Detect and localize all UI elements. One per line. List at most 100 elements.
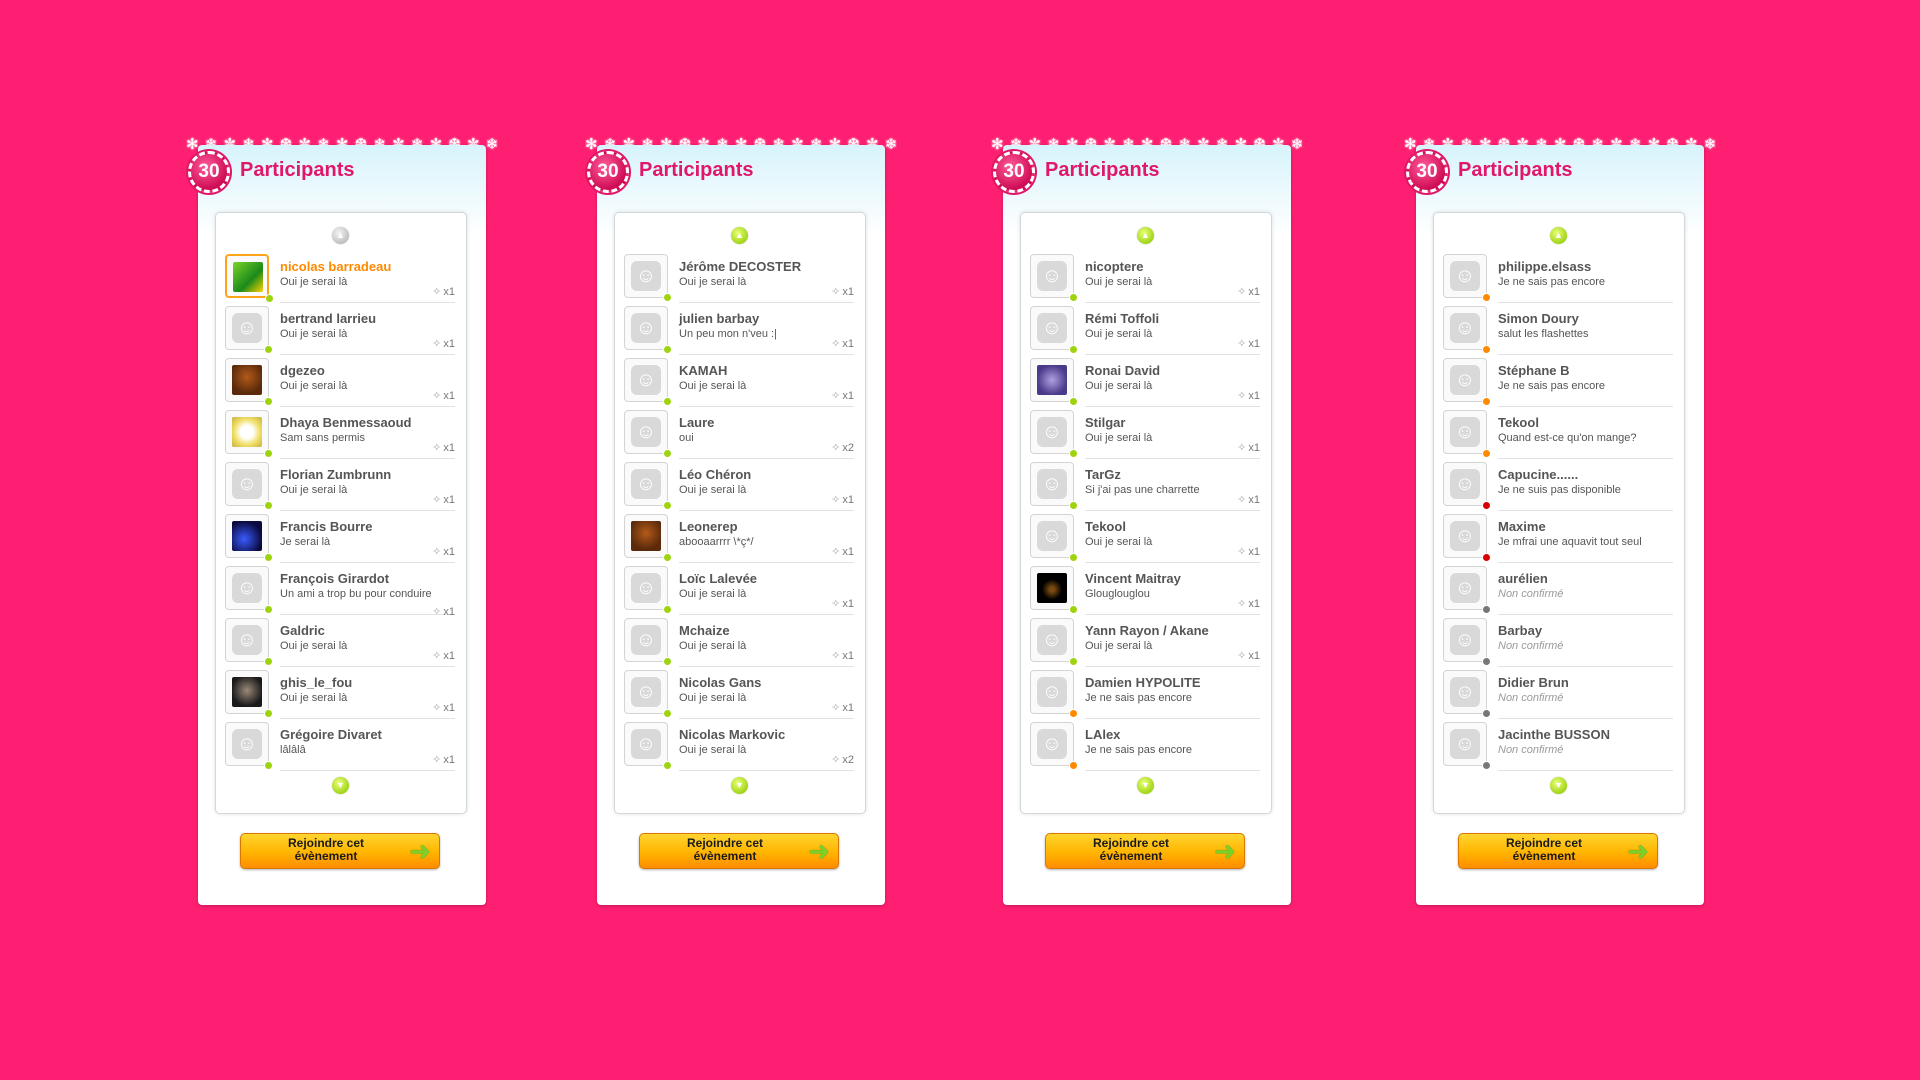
avatar[interactable]: ☺ — [1030, 670, 1078, 718]
scroll-up-arrow-icon[interactable]: ▲ — [332, 227, 349, 244]
participant-name[interactable]: Maxime — [1498, 519, 1673, 534]
participant-row[interactable]: Francis Bourre Je serai là ✧ x1 — [216, 511, 466, 563]
participant-row[interactable]: ☺ philippe.elsass Je ne sais pas encore … — [1434, 251, 1684, 303]
participant-row[interactable]: ☺ LAlex Je ne sais pas encore ✧ — [1021, 719, 1271, 771]
avatar[interactable]: ☺ — [1443, 722, 1491, 770]
scroll-down-arrow-icon[interactable]: ▼ — [1137, 777, 1154, 794]
join-event-button[interactable]: Rejoindre cet évènement ➜ — [1458, 833, 1658, 869]
participant-row[interactable]: ☺ Maxime Je mfrai une aquavit tout seul … — [1434, 511, 1684, 563]
avatar[interactable]: ☺ — [624, 358, 672, 406]
participant-row[interactable]: ☺ Laure oui ✧ x2 — [615, 407, 865, 459]
participant-name[interactable]: Galdric — [280, 623, 455, 638]
avatar[interactable]: ☺ — [225, 306, 273, 354]
participant-row[interactable]: ☺ Léo Chéron Oui je serai là ✧ x1 — [615, 459, 865, 511]
avatar[interactable]: ☺ — [624, 722, 672, 770]
avatar[interactable]: ☺ — [1443, 254, 1491, 302]
participant-name[interactable]: Nicolas Markovic — [679, 727, 854, 742]
participant-row[interactable]: ☺ Grégoire Divaret lâlâlâ ✧ x1 — [216, 719, 466, 771]
scroll-up-arrow-icon[interactable]: ▲ — [731, 227, 748, 244]
participant-row[interactable]: ☺ Stilgar Oui je serai là ✧ x1 — [1021, 407, 1271, 459]
participant-name[interactable]: bertrand larrieu — [280, 311, 455, 326]
avatar[interactable]: ☺ — [225, 462, 273, 510]
participant-row[interactable]: ☺ Galdric Oui je serai là ✧ x1 — [216, 615, 466, 667]
avatar[interactable]: ☺ — [1030, 618, 1078, 666]
participant-name[interactable]: Yann Rayon / Akane — [1085, 623, 1260, 638]
avatar[interactable] — [225, 410, 273, 458]
avatar[interactable]: ☺ — [624, 254, 672, 302]
participant-row[interactable]: Leonerep abooaarrrr \*ç*/ ✧ x1 — [615, 511, 865, 563]
participant-name[interactable]: Loïc Lalevée — [679, 571, 854, 586]
participant-row[interactable]: ☺ Barbay Non confirmé ✧ — [1434, 615, 1684, 667]
participant-name[interactable]: Tekool — [1498, 415, 1673, 430]
avatar[interactable] — [624, 514, 672, 562]
participant-row[interactable]: ☺ julien barbay Un peu mon n'veu :| ✧ x1 — [615, 303, 865, 355]
scroll-down-arrow-icon[interactable]: ▼ — [731, 777, 748, 794]
participant-name[interactable]: nicolas barradeau — [280, 259, 455, 274]
participant-row[interactable]: ☺ Yann Rayon / Akane Oui je serai là ✧ x1 — [1021, 615, 1271, 667]
participant-name[interactable]: julien barbay — [679, 311, 854, 326]
participant-row[interactable]: ☺ Stéphane B Je ne sais pas encore ✧ — [1434, 355, 1684, 407]
participant-name[interactable]: Ronai David — [1085, 363, 1260, 378]
participant-row[interactable]: ☺ Damien HYPOLITE Je ne sais pas encore … — [1021, 667, 1271, 719]
participant-name[interactable]: Tekool — [1085, 519, 1260, 534]
participant-name[interactable]: ghis_le_fou — [280, 675, 455, 690]
participant-row[interactable]: ☺ Tekool Quand est-ce qu'on mange? ✧ — [1434, 407, 1684, 459]
participant-row[interactable]: ☺ nicoptere Oui je serai là ✧ x1 — [1021, 251, 1271, 303]
avatar[interactable]: ☺ — [624, 462, 672, 510]
avatar[interactable] — [225, 254, 274, 303]
avatar[interactable]: ☺ — [624, 618, 672, 666]
avatar[interactable] — [225, 514, 273, 562]
participant-name[interactable]: dgezeo — [280, 363, 455, 378]
scroll-down-arrow-icon[interactable]: ▼ — [332, 777, 349, 794]
avatar[interactable]: ☺ — [624, 670, 672, 718]
join-event-button[interactable]: Rejoindre cet évènement ➜ — [1045, 833, 1245, 869]
avatar[interactable]: ☺ — [624, 566, 672, 614]
participant-name[interactable]: Stéphane B — [1498, 363, 1673, 378]
participant-row[interactable]: ☺ Mchaize Oui je serai là ✧ x1 — [615, 615, 865, 667]
participant-name[interactable]: Stilgar — [1085, 415, 1260, 430]
scroll-down-arrow-icon[interactable]: ▼ — [1550, 777, 1567, 794]
participant-row[interactable]: nicolas barradeau Oui je serai là ✧ x1 — [216, 251, 466, 303]
participant-name[interactable]: aurélien — [1498, 571, 1673, 586]
participant-row[interactable]: Dhaya Benmessaoud Sam sans permis ✧ x1 — [216, 407, 466, 459]
participant-name[interactable]: Damien HYPOLITE — [1085, 675, 1260, 690]
avatar[interactable] — [225, 358, 273, 406]
participant-name[interactable]: TarGz — [1085, 467, 1260, 482]
participant-row[interactable]: ☺ Capucine...... Je ne suis pas disponib… — [1434, 459, 1684, 511]
avatar[interactable]: ☺ — [1030, 514, 1078, 562]
participant-name[interactable]: KAMAH — [679, 363, 854, 378]
avatar[interactable]: ☺ — [1443, 462, 1491, 510]
participant-row[interactable]: ☺ François Girardot Un ami a trop bu pou… — [216, 563, 466, 618]
participant-name[interactable]: Vincent Maitray — [1085, 571, 1260, 586]
participant-name[interactable]: LAlex — [1085, 727, 1260, 742]
participant-name[interactable]: nicoptere — [1085, 259, 1260, 274]
participant-row[interactable]: ☺ TarGz Si j'ai pas une charrette ✧ x1 — [1021, 459, 1271, 511]
participant-row[interactable]: ☺ Nicolas Markovic Oui je serai là ✧ x2 — [615, 719, 865, 771]
participant-row[interactable]: ☺ Jacinthe BUSSON Non confirmé ✧ — [1434, 719, 1684, 771]
avatar[interactable]: ☺ — [1030, 462, 1078, 510]
participant-row[interactable]: ☺ Rémi Toffoli Oui je serai là ✧ x1 — [1021, 303, 1271, 355]
participant-row[interactable]: ☺ KAMAH Oui je serai là ✧ x1 — [615, 355, 865, 407]
avatar[interactable]: ☺ — [1443, 410, 1491, 458]
participant-row[interactable]: Vincent Maitray Glouglouglou ✧ x1 — [1021, 563, 1271, 615]
avatar[interactable]: ☺ — [1443, 306, 1491, 354]
participant-row[interactable]: Ronai David Oui je serai là ✧ x1 — [1021, 355, 1271, 407]
avatar[interactable]: ☺ — [1030, 254, 1078, 302]
avatar[interactable]: ☺ — [1030, 722, 1078, 770]
avatar[interactable]: ☺ — [624, 410, 672, 458]
participant-name[interactable]: Simon Doury — [1498, 311, 1673, 326]
participant-name[interactable]: Dhaya Benmessaoud — [280, 415, 455, 430]
participant-name[interactable]: Rémi Toffoli — [1085, 311, 1260, 326]
participant-row[interactable]: ☺ bertrand larrieu Oui je serai là ✧ x1 — [216, 303, 466, 355]
avatar[interactable]: ☺ — [1443, 566, 1491, 614]
avatar[interactable]: ☺ — [225, 722, 273, 770]
participant-row[interactable]: dgezeo Oui je serai là ✧ x1 — [216, 355, 466, 407]
avatar[interactable] — [1030, 566, 1078, 614]
participant-name[interactable]: Capucine...... — [1498, 467, 1673, 482]
avatar[interactable]: ☺ — [1030, 306, 1078, 354]
participant-row[interactable]: ☺ Florian Zumbrunn Oui je serai là ✧ x1 — [216, 459, 466, 511]
join-event-button[interactable]: Rejoindre cet évènement ➜ — [639, 833, 839, 869]
scroll-up-arrow-icon[interactable]: ▲ — [1137, 227, 1154, 244]
avatar[interactable]: ☺ — [1443, 618, 1491, 666]
participant-name[interactable]: Laure — [679, 415, 854, 430]
